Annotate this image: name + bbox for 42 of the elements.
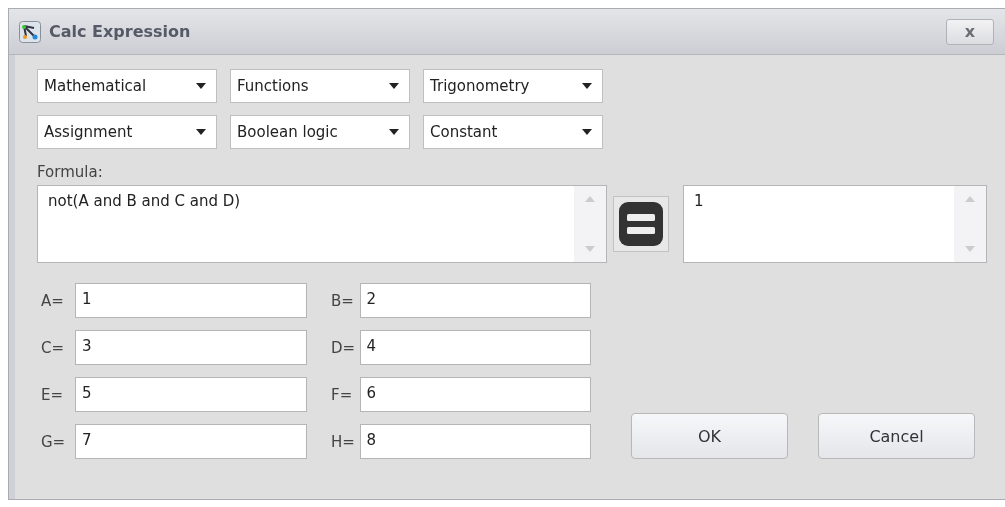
variable-field[interactable]: 7 bbox=[75, 424, 307, 459]
scroll-up-icon[interactable] bbox=[585, 196, 595, 202]
dropdown-caret-icon bbox=[389, 83, 399, 89]
scroll-down-icon[interactable] bbox=[585, 246, 595, 252]
category-dropdown[interactable]: Trigonometry bbox=[423, 69, 603, 103]
variable-label: C= bbox=[40, 338, 66, 357]
dropdown-caret-icon bbox=[389, 129, 399, 135]
app-icon bbox=[19, 20, 41, 43]
formula-label: Formula: bbox=[37, 163, 104, 181]
equals-button[interactable] bbox=[613, 196, 669, 252]
close-button[interactable]: x bbox=[946, 18, 994, 45]
dropdown-caret-icon bbox=[196, 83, 206, 89]
variable-field[interactable]: 6 bbox=[359, 377, 591, 412]
scroll-up-icon[interactable] bbox=[965, 196, 975, 202]
result-field[interactable]: 1 bbox=[683, 185, 987, 263]
equals-icon bbox=[617, 200, 665, 248]
ok-button[interactable]: OK bbox=[631, 413, 788, 459]
scroll-down-icon[interactable] bbox=[965, 246, 975, 252]
category-dropdown[interactable]: Constant bbox=[423, 115, 603, 149]
dropdown-caret-icon bbox=[582, 129, 592, 135]
variable-label: E= bbox=[40, 385, 65, 404]
category-dropdown[interactable]: Boolean logic bbox=[230, 115, 410, 149]
variable-field[interactable]: 3 bbox=[75, 330, 307, 365]
dropdown-caret-icon bbox=[196, 129, 206, 135]
formula-field[interactable]: not(A and B and C and D) bbox=[37, 185, 607, 263]
cancel-button[interactable]: Cancel bbox=[818, 413, 975, 459]
variable-label: G= bbox=[40, 432, 67, 451]
dropdown-caret-icon bbox=[582, 83, 592, 89]
variable-label: H= bbox=[330, 432, 356, 451]
variable-label: D= bbox=[330, 338, 357, 357]
variable-field[interactable]: 2 bbox=[359, 283, 591, 318]
window-title: Calc Expression bbox=[49, 22, 192, 41]
variable-field[interactable]: 5 bbox=[75, 377, 307, 412]
variable-field[interactable]: 4 bbox=[359, 330, 591, 365]
variable-label: B= bbox=[330, 291, 355, 310]
category-dropdown[interactable]: Functions bbox=[230, 69, 410, 103]
variable-field[interactable]: 1 bbox=[75, 283, 307, 318]
variable-label: A= bbox=[40, 291, 65, 310]
variable-label: F= bbox=[330, 385, 354, 404]
variable-field[interactable]: 8 bbox=[359, 424, 591, 459]
category-dropdown[interactable]: Mathematical bbox=[37, 69, 217, 103]
category-dropdown[interactable]: Assignment bbox=[37, 115, 217, 149]
